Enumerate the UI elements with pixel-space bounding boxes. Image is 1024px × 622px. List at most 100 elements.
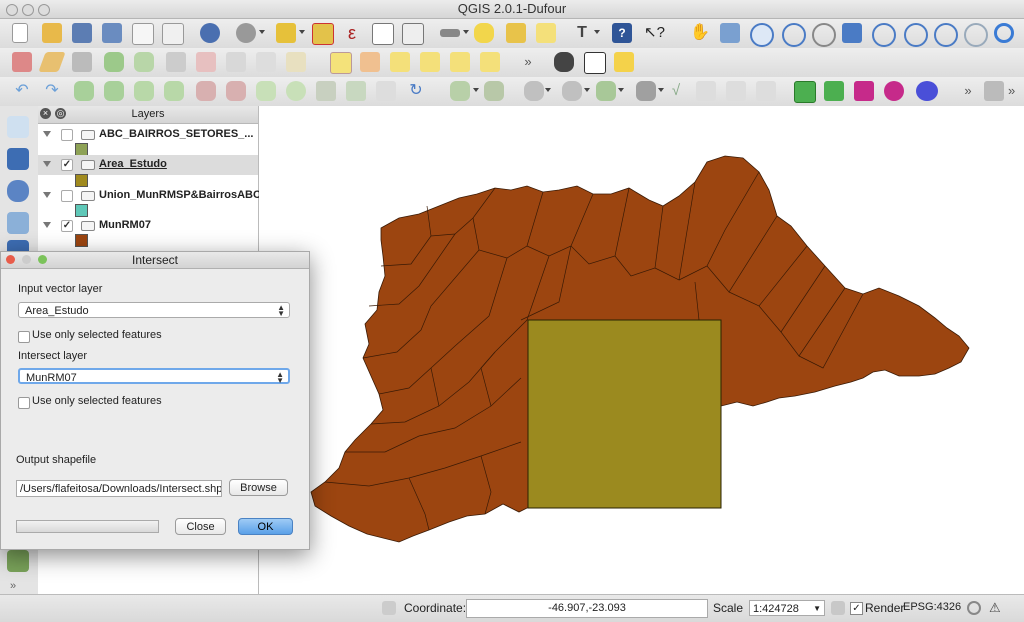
close-panel-icon[interactable]: × bbox=[40, 108, 51, 119]
composer-manager-icon[interactable] bbox=[162, 23, 184, 45]
layer-visibility-checkbox[interactable]: ✓ bbox=[61, 220, 73, 232]
intersect-layer-select[interactable]: MunRM07 ▲ ▼ bbox=[18, 368, 290, 385]
zoom-full-icon[interactable] bbox=[842, 23, 862, 43]
expression-icon[interactable]: ε bbox=[342, 23, 362, 43]
crs-globe-icon[interactable] bbox=[967, 601, 981, 615]
open-project-icon[interactable] bbox=[42, 23, 62, 43]
map-tips-icon[interactable] bbox=[474, 23, 494, 43]
identify-icon[interactable] bbox=[200, 23, 220, 43]
offset-curve-icon[interactable] bbox=[286, 81, 306, 101]
more-tools-2-icon[interactable]: » bbox=[1008, 81, 1022, 101]
split-parts-icon[interactable] bbox=[346, 81, 366, 101]
more-tools-icon[interactable]: » bbox=[958, 81, 978, 101]
new-print-composer-icon[interactable] bbox=[132, 23, 154, 45]
refresh-icon[interactable] bbox=[994, 23, 1014, 43]
change-label-icon[interactable] bbox=[480, 52, 500, 72]
text-annotation-icon[interactable]: T bbox=[572, 23, 592, 43]
coordinate-field[interactable]: -46.907,-23.093 bbox=[466, 599, 708, 618]
annotation-b-icon[interactable] bbox=[726, 81, 746, 101]
rotate-feature-icon[interactable] bbox=[74, 81, 94, 101]
new-project-icon[interactable] bbox=[12, 23, 28, 43]
pin-labels-icon[interactable] bbox=[360, 52, 380, 72]
render-checkbox[interactable]: ✓ bbox=[850, 602, 863, 615]
show-bookmarks-icon[interactable] bbox=[536, 23, 556, 43]
dialog-close-icon[interactable] bbox=[6, 255, 15, 264]
reshape-icon[interactable] bbox=[256, 81, 276, 101]
save-as-icon[interactable] bbox=[102, 23, 122, 43]
redo-icon[interactable]: ↷ bbox=[42, 81, 62, 101]
zoom-next-icon[interactable] bbox=[964, 23, 988, 47]
add-ellipse-icon[interactable] bbox=[916, 81, 938, 101]
attribute-table-icon[interactable] bbox=[372, 23, 394, 45]
measure-icon[interactable] bbox=[440, 29, 460, 37]
expand-arrow-icon[interactable] bbox=[43, 192, 51, 198]
help-icon[interactable]: ? bbox=[612, 23, 632, 43]
layer-visibility-checkbox[interactable] bbox=[61, 129, 73, 141]
dialog-minimize-icon[interactable] bbox=[22, 255, 31, 264]
vector-tools-icon[interactable] bbox=[562, 81, 582, 101]
show-labels-icon[interactable] bbox=[390, 52, 410, 72]
zoom-actual-icon[interactable] bbox=[812, 23, 836, 47]
merge-icon[interactable] bbox=[376, 81, 396, 101]
label-icon[interactable] bbox=[330, 52, 352, 74]
delete-selected-icon[interactable] bbox=[196, 52, 216, 72]
node-tool-icon[interactable] bbox=[166, 52, 186, 72]
float-panel-icon[interactable]: ◎ bbox=[55, 108, 66, 119]
add-feature-icon[interactable] bbox=[104, 52, 124, 72]
settings-gear-icon[interactable] bbox=[236, 23, 256, 43]
field-calculator-icon[interactable] bbox=[402, 23, 424, 45]
whats-this-icon[interactable]: ↖? bbox=[644, 23, 665, 43]
rotate-point-icon[interactable]: ↻ bbox=[406, 81, 426, 101]
vertex-icon[interactable]: √ bbox=[666, 81, 686, 101]
expand-toolbar-icon[interactable]: » bbox=[10, 580, 16, 592]
zoom-window-icon[interactable] bbox=[38, 4, 50, 16]
split-features-icon[interactable] bbox=[316, 81, 336, 101]
intersect-selected-checkbox[interactable] bbox=[18, 397, 30, 409]
pan-to-selection-icon[interactable] bbox=[720, 23, 740, 43]
expand-arrow-icon[interactable] bbox=[43, 131, 51, 137]
add-point-icon[interactable] bbox=[854, 81, 874, 101]
layer-visibility-checkbox[interactable] bbox=[61, 190, 73, 202]
undo-icon[interactable]: ↶ bbox=[12, 81, 32, 101]
input-layer-select[interactable]: Area_Estudo ▲ ▼ bbox=[18, 302, 290, 318]
crs-label[interactable]: EPSG:4326 bbox=[903, 601, 961, 613]
zoom-last-icon[interactable] bbox=[934, 23, 958, 47]
stop-render-icon[interactable] bbox=[831, 601, 845, 615]
browse-button[interactable]: Browse bbox=[229, 479, 288, 496]
study-area-rectangle[interactable] bbox=[527, 319, 722, 509]
move-feature-icon[interactable] bbox=[134, 52, 154, 72]
current-edits-icon[interactable] bbox=[12, 52, 32, 72]
map-canvas[interactable] bbox=[259, 106, 1024, 594]
render-mouse-icon[interactable] bbox=[382, 601, 396, 615]
binoculars-icon[interactable] bbox=[554, 52, 574, 72]
layer-visibility-checkbox[interactable]: ✓ bbox=[61, 159, 73, 171]
warning-icon[interactable]: ⚠ bbox=[989, 600, 1001, 616]
add-part-icon[interactable] bbox=[164, 81, 184, 101]
qr-plugin-icon[interactable] bbox=[584, 52, 606, 74]
scale-combo[interactable]: 1:424728 ▼ bbox=[749, 600, 825, 616]
save-edits-icon[interactable] bbox=[72, 52, 92, 72]
expand-arrow-icon[interactable] bbox=[43, 161, 51, 167]
copy-features-icon[interactable] bbox=[256, 52, 276, 72]
layer-item[interactable]: ✓ MunRM07 bbox=[38, 216, 258, 236]
ok-button[interactable]: OK bbox=[238, 518, 293, 535]
layer-item[interactable]: Union_MunRMSP&BairrosABC bbox=[38, 186, 261, 206]
cut-features-icon[interactable] bbox=[226, 52, 246, 72]
zoom-out-icon[interactable] bbox=[782, 23, 806, 47]
layer-item[interactable]: ABC_BAIRROS_SETORES_... bbox=[38, 125, 258, 145]
zoom-selection-icon[interactable] bbox=[872, 23, 896, 47]
delete-ring-icon[interactable] bbox=[196, 81, 216, 101]
layout-icon[interactable] bbox=[984, 81, 1004, 101]
new-bookmark-icon[interactable] bbox=[506, 23, 526, 43]
move-label-icon[interactable] bbox=[420, 52, 440, 72]
save-project-icon[interactable] bbox=[72, 23, 92, 43]
toggle-editing-pencil-icon[interactable] bbox=[38, 52, 66, 72]
minimize-window-icon[interactable] bbox=[22, 4, 34, 16]
digitize-tools-icon[interactable] bbox=[636, 81, 656, 101]
deselect-icon[interactable] bbox=[312, 23, 334, 45]
add-circle-icon[interactable] bbox=[884, 81, 904, 101]
rotate-label-icon[interactable] bbox=[450, 52, 470, 72]
expand-arrow-icon[interactable] bbox=[43, 222, 51, 228]
annotation-c-icon[interactable] bbox=[756, 81, 776, 101]
add-raster-layer-icon[interactable] bbox=[7, 148, 29, 170]
